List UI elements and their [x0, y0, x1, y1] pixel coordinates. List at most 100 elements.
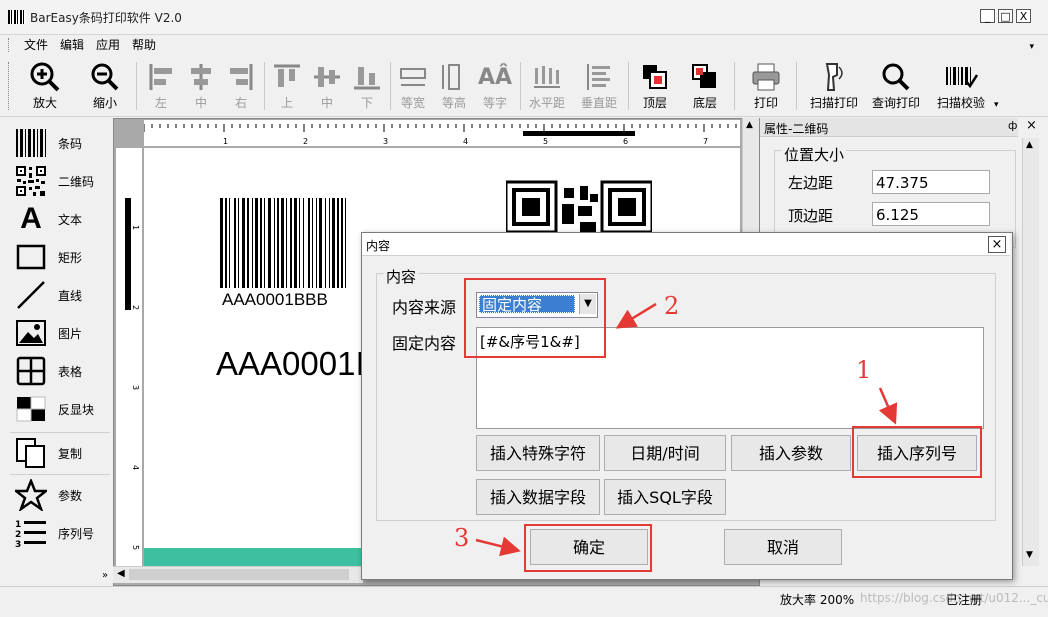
barcode-icon [14, 128, 48, 158]
tool-serial-number[interactable]: 123 序列号 [12, 516, 112, 550]
copy-icon [14, 438, 48, 468]
zoom-out-button[interactable]: 缩小 [80, 60, 130, 111]
star-icon [14, 479, 48, 511]
vertical-ruler: 1 2 3 4 5 [116, 148, 142, 566]
left-margin-input[interactable]: 47.375 [872, 170, 990, 194]
send-to-back-icon [680, 60, 730, 94]
content-group-title: 内容 [384, 266, 419, 287]
highlight-serial-box [852, 426, 982, 478]
highlight-source-box [464, 278, 606, 358]
zoom-out-icon [80, 60, 130, 94]
close-panel-icon[interactable]: × [1026, 118, 1037, 133]
group-title: 位置大小 [782, 144, 847, 165]
annotation-3: 3 [454, 524, 470, 552]
barcode-text: AAA0001BBB [222, 290, 328, 309]
toolbox-more-icon[interactable]: » [102, 570, 108, 581]
top-margin-input[interactable]: 6.125 [872, 202, 990, 226]
scan-print-button[interactable]: 扫描打印 [806, 60, 862, 111]
top-layer-button[interactable]: 顶层 [630, 60, 680, 111]
rectangle-icon [14, 242, 48, 272]
status-bar: 放大率 200% https://blog.csdn.net/u012..._c… [0, 586, 1048, 617]
canvas-hscrollbar[interactable]: ◀ [113, 566, 363, 583]
h-spacing-icon [522, 60, 572, 94]
menu-help[interactable]: 帮助 [126, 34, 162, 55]
menu-edit[interactable]: 编辑 [54, 34, 90, 55]
zoom-status: 放大率 200% [780, 593, 855, 607]
insert-param-button[interactable]: 插入参数 [731, 435, 851, 471]
tool-inverse-block[interactable]: 反显块 [12, 392, 112, 426]
tool-barcode[interactable]: 条码 [12, 126, 112, 160]
dialog-title-bar: 内容 × [362, 233, 1010, 256]
v-spacing-icon [574, 60, 624, 94]
same-font-icon: AÂ [477, 64, 513, 90]
top-margin-label: 顶边距 [788, 207, 834, 225]
svg-text:3: 3 [15, 540, 21, 549]
minimize-button[interactable]: _ [980, 9, 995, 23]
menu-bar: 文件 编辑 应用 帮助 ▾ [0, 34, 1048, 56]
dialog-title: 内容 [366, 239, 391, 253]
insert-sql-field-button[interactable]: 插入SQL字段 [604, 479, 726, 515]
object-toolbox: 条码 二维码 A 文本 矩形 直线 图片 表格 反显块 复制 参数 123 序列… [8, 120, 112, 586]
properties-scrollbar[interactable]: ▲ ▼ [1022, 138, 1039, 566]
tool-text[interactable]: A 文本 [12, 202, 112, 236]
align-right-icon [216, 60, 266, 94]
svg-text:2: 2 [15, 530, 21, 540]
annotation-2: 2 [664, 292, 680, 320]
tool-rectangle[interactable]: 矩形 [12, 240, 112, 274]
app-barcode-icon [8, 10, 26, 24]
numbered-list-icon: 123 [14, 518, 48, 549]
query-print-button[interactable]: 查询打印 [868, 60, 924, 111]
annotation-1: 1 [856, 356, 872, 384]
scanner-gun-icon [806, 60, 862, 94]
tool-line[interactable]: 直线 [12, 278, 112, 312]
horizontal-ruler: 1 2 3 4 5 6 7 [144, 120, 740, 146]
insert-special-char-button[interactable]: 插入特殊字符 [476, 435, 600, 471]
insert-data-field-button[interactable]: 插入数据字段 [476, 479, 600, 515]
tool-parameter[interactable]: 参数 [12, 478, 112, 512]
bring-to-front-icon [630, 60, 680, 94]
left-margin-label: 左边距 [788, 174, 834, 192]
maximize-button[interactable]: □ [998, 9, 1013, 23]
tool-table[interactable]: 表格 [12, 354, 112, 388]
tool-qrcode[interactable]: 二维码 [12, 164, 112, 198]
print-button[interactable]: 打印 [741, 60, 791, 111]
scan-verify-button[interactable]: 扫描校验 [932, 60, 990, 111]
zoom-in-icon [20, 60, 70, 94]
registered-status: 已注册 [946, 593, 983, 607]
close-window-button[interactable]: X [1016, 9, 1031, 23]
highlight-ok-box [524, 524, 652, 572]
h-spacing-button[interactable]: 水平距 [522, 60, 572, 111]
teal-bar [144, 548, 364, 566]
line-icon [14, 280, 48, 310]
inverse-block-icon [14, 394, 48, 424]
properties-header: 属性-二维码 ф × [760, 118, 1037, 137]
barcode-check-icon [932, 60, 990, 94]
insert-datetime-button[interactable]: 日期/时间 [604, 435, 726, 471]
pin-icon[interactable]: ф [1008, 119, 1017, 132]
menu-apply[interactable]: 应用 [90, 34, 126, 55]
image-icon [14, 318, 48, 348]
dialog-close-button[interactable]: × [988, 236, 1006, 253]
big-text-element[interactable]: AAA0001I [216, 345, 365, 383]
fixed-content-label: 固定内容 [392, 334, 457, 353]
align-bottom-icon [342, 60, 392, 94]
source-label: 内容来源 [392, 298, 457, 317]
same-font-button[interactable]: AÂ 等字 [470, 60, 520, 111]
v-spacing-button[interactable]: 垂直距 [574, 60, 624, 111]
svg-text:1: 1 [15, 520, 21, 530]
window-title: BarEasy条码打印软件 V2.0 [30, 11, 182, 25]
align-right-button[interactable]: 右 [216, 60, 266, 111]
zoom-in-button[interactable]: 放大 [20, 60, 70, 111]
text-a-icon: A [20, 202, 42, 235]
qrcode-element[interactable] [504, 180, 654, 240]
menu-file[interactable]: 文件 [18, 34, 54, 55]
title-bar: BarEasy条码打印软件 V2.0 _ □ X [0, 0, 1048, 35]
align-bottom-button[interactable]: 下 [342, 60, 392, 111]
toolbar: 放大 缩小 左 中 右 上 中 下 等宽 等高 AÂ 等字 水平距 垂直距 顶层… [0, 56, 1048, 117]
tool-copy[interactable]: 复制 [12, 436, 112, 470]
cancel-button[interactable]: 取消 [724, 529, 842, 565]
tool-image[interactable]: 图片 [12, 316, 112, 350]
qrcode-icon [14, 166, 48, 196]
printer-icon [741, 60, 791, 94]
bottom-layer-button[interactable]: 底层 [680, 60, 730, 111]
